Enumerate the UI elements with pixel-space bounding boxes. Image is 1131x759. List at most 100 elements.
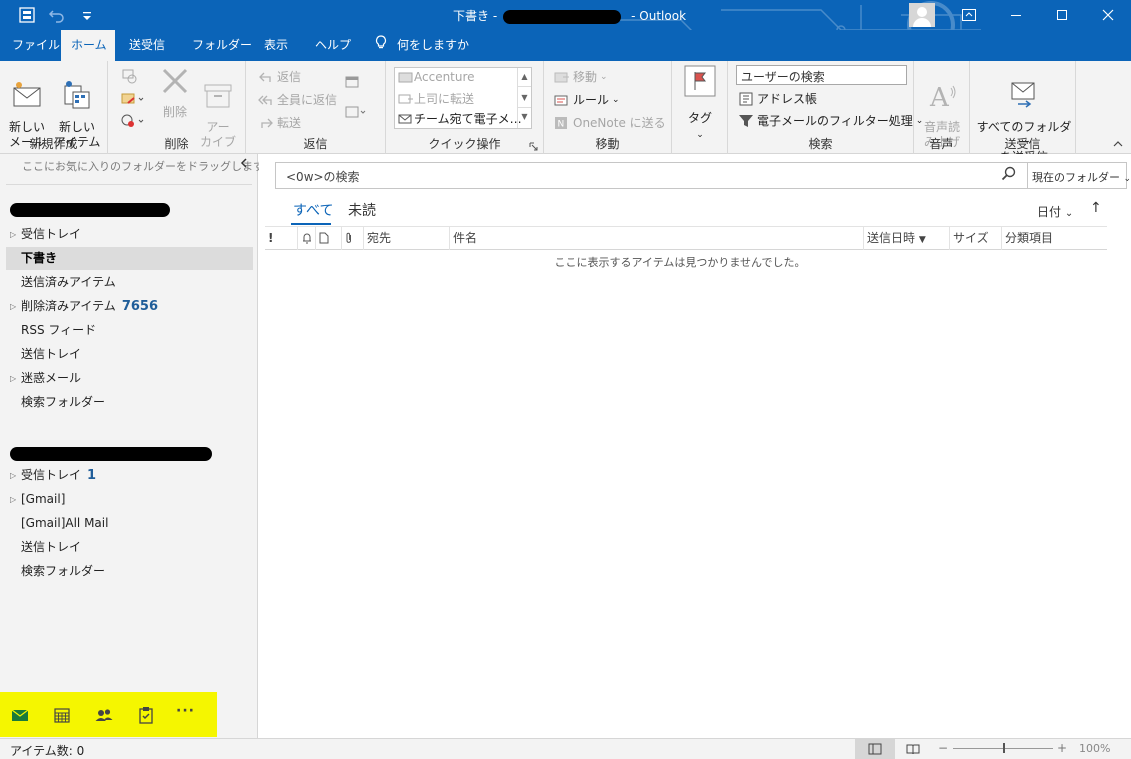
search-icon[interactable]	[1001, 166, 1017, 182]
rules-icon	[554, 95, 568, 105]
forward-label: 転送	[277, 116, 302, 130]
folder-search-folders-2[interactable]: 検索フォルダー	[6, 560, 253, 583]
filter-unread-tab[interactable]: 未読	[348, 200, 376, 220]
folder-outbox-2[interactable]: 送信トレイ	[6, 536, 253, 559]
column-subject[interactable]: 件名	[449, 227, 863, 250]
delete-button[interactable]: 削除	[158, 65, 192, 120]
normal-view-button[interactable]	[855, 739, 895, 759]
column-importance[interactable]: !	[265, 227, 297, 250]
folder-inbox[interactable]: ▷ 受信トレイ	[6, 223, 253, 246]
reply-button[interactable]: 返信	[258, 68, 301, 85]
zoom-out-button[interactable]: −	[938, 741, 948, 755]
column-sent[interactable]: 送信日時 ▼	[863, 227, 949, 250]
unread-count: 7656	[121, 299, 158, 314]
maximize-button[interactable]	[1039, 0, 1085, 30]
account-2-header-redacted[interactable]	[10, 447, 212, 461]
meeting-reply-icon[interactable]	[344, 74, 360, 90]
folder-sent-items[interactable]: 送信済みアイテム	[6, 271, 253, 294]
user-avatar[interactable]	[909, 3, 935, 27]
tasks-icon[interactable]	[136, 705, 156, 725]
more-respond-icon[interactable]	[344, 104, 368, 120]
expand-icon[interactable]: ▷	[10, 464, 16, 487]
tab-view[interactable]: 表示	[254, 30, 298, 61]
folder-label: 受信トレイ	[21, 468, 82, 482]
column-attachment[interactable]	[341, 227, 363, 250]
undo-icon[interactable]	[48, 6, 66, 24]
minimize-button[interactable]	[993, 0, 1039, 30]
quick-step-team-email[interactable]: チーム宛て電子メ…	[398, 110, 522, 127]
reply-all-button[interactable]: 全員に返信	[258, 91, 337, 108]
column-categories[interactable]: 分類項目	[1001, 227, 1107, 250]
svg-text:N: N	[558, 119, 565, 129]
search-scope-label: 現在のフォルダー	[1032, 171, 1120, 184]
zoom-level[interactable]: 100%	[1079, 742, 1110, 755]
filter-email-button[interactable]: 電子メールのフィルター処理 ⌄	[738, 112, 923, 129]
zoom-slider-thumb[interactable]	[1003, 743, 1005, 753]
calendar-icon[interactable]	[52, 705, 72, 725]
zoom-in-button[interactable]: +	[1057, 741, 1067, 755]
group-find: ユーザーの検索 アドレス帳 電子メールのフィルター処理 ⌄ 検索	[728, 61, 923, 154]
quick-access-customize-icon[interactable]	[78, 6, 96, 24]
quick-step-accenture[interactable]: Accenture	[398, 70, 475, 84]
close-button[interactable]	[1085, 0, 1131, 30]
people-icon[interactable]	[94, 705, 114, 725]
folder-arrow-icon	[398, 72, 413, 83]
send-to-onenote-button[interactable]: N OneNote に送る	[554, 114, 666, 131]
address-book-icon	[739, 92, 753, 105]
more-modules-icon[interactable]: ···	[176, 703, 202, 723]
folder-search-folders[interactable]: 検索フォルダー	[6, 391, 253, 414]
move-button[interactable]: 移動 ⌄	[554, 68, 608, 85]
forward-button[interactable]: 転送	[258, 114, 301, 131]
reading-view-button[interactable]	[895, 739, 931, 759]
group-new: 新しい メール 新しい アイテム 新規作成	[0, 61, 108, 154]
folder-drafts[interactable]: 下書き	[6, 247, 253, 270]
column-reminder[interactable]	[297, 227, 315, 250]
expand-icon[interactable]: ▷	[10, 488, 16, 511]
folder-outbox[interactable]: 送信トレイ	[6, 343, 253, 366]
tab-home[interactable]: ホーム	[61, 30, 115, 61]
quick-steps-scroll[interactable]: ▲ ▼ ▼	[517, 68, 531, 128]
folder-gmail[interactable]: ▷ [Gmail]	[6, 488, 253, 511]
cleanup-icon[interactable]	[120, 90, 146, 108]
mail-icon[interactable]	[10, 705, 30, 725]
group-speech: A 音声読 み上げ 音声	[914, 61, 970, 154]
expand-icon[interactable]: ▷	[10, 223, 16, 246]
tab-send-receive[interactable]: 送受信	[119, 30, 175, 61]
column-size[interactable]: サイズ	[949, 227, 1001, 250]
title-bar: 下書き - - Outlook	[0, 0, 1131, 60]
sort-by-dropdown[interactable]: 日付 ⌄	[1037, 203, 1073, 220]
search-people-input[interactable]: ユーザーの検索	[736, 65, 907, 85]
tell-me-search[interactable]: 何をしますか	[365, 30, 479, 61]
tab-file[interactable]: ファイル	[2, 30, 70, 61]
collapse-folder-pane-button[interactable]	[240, 157, 248, 171]
quick-step-forward-manager[interactable]: 上司に転送	[398, 90, 474, 107]
collapse-ribbon-button[interactable]	[1113, 138, 1123, 151]
quick-steps-gallery[interactable]: Accenture 上司に転送 チーム宛て電子メ… ▲ ▼ ▼	[394, 67, 532, 129]
ribbon-display-options-button[interactable]	[946, 0, 992, 30]
search-input[interactable]: <0w>の検索	[275, 162, 1028, 189]
column-to[interactable]: 宛先	[363, 227, 449, 250]
folder-deleted-items[interactable]: ▷ 削除済みアイテム 7656	[6, 295, 253, 318]
column-item-type[interactable]	[315, 227, 341, 250]
address-book-button[interactable]: アドレス帳	[738, 90, 817, 107]
sort-direction-button[interactable]: ↑	[1090, 200, 1102, 216]
flag-icon	[684, 65, 716, 97]
expand-icon[interactable]: ▷	[10, 367, 16, 390]
folder-rss-feeds[interactable]: RSS フィード	[6, 319, 253, 342]
ignore-icon[interactable]	[120, 67, 138, 85]
filter-all-tab[interactable]: すべて	[293, 200, 333, 220]
rules-button[interactable]: ルール ⌄	[554, 91, 620, 108]
expand-icon[interactable]: ▷	[10, 295, 16, 318]
account-1-header-redacted[interactable]	[10, 203, 170, 217]
folder-junk-email[interactable]: ▷ 迷惑メール	[6, 367, 253, 390]
minimize-icon	[1011, 15, 1021, 16]
tab-help[interactable]: ヘルプ	[305, 30, 361, 61]
tab-folder[interactable]: フォルダー	[182, 30, 262, 61]
folder-gmail-all-mail[interactable]: [Gmail]All Mail	[6, 512, 253, 535]
folder-label: 削除済みアイテム	[21, 299, 116, 313]
folder-inbox-2[interactable]: ▷ 受信トレイ 1	[6, 464, 253, 487]
junk-icon[interactable]	[120, 112, 146, 130]
tags-button[interactable]: タグ ⌄	[682, 65, 718, 143]
search-scope-dropdown[interactable]: 現在のフォルダー ⌄	[1027, 162, 1131, 189]
app-menu-icon[interactable]	[18, 6, 36, 24]
